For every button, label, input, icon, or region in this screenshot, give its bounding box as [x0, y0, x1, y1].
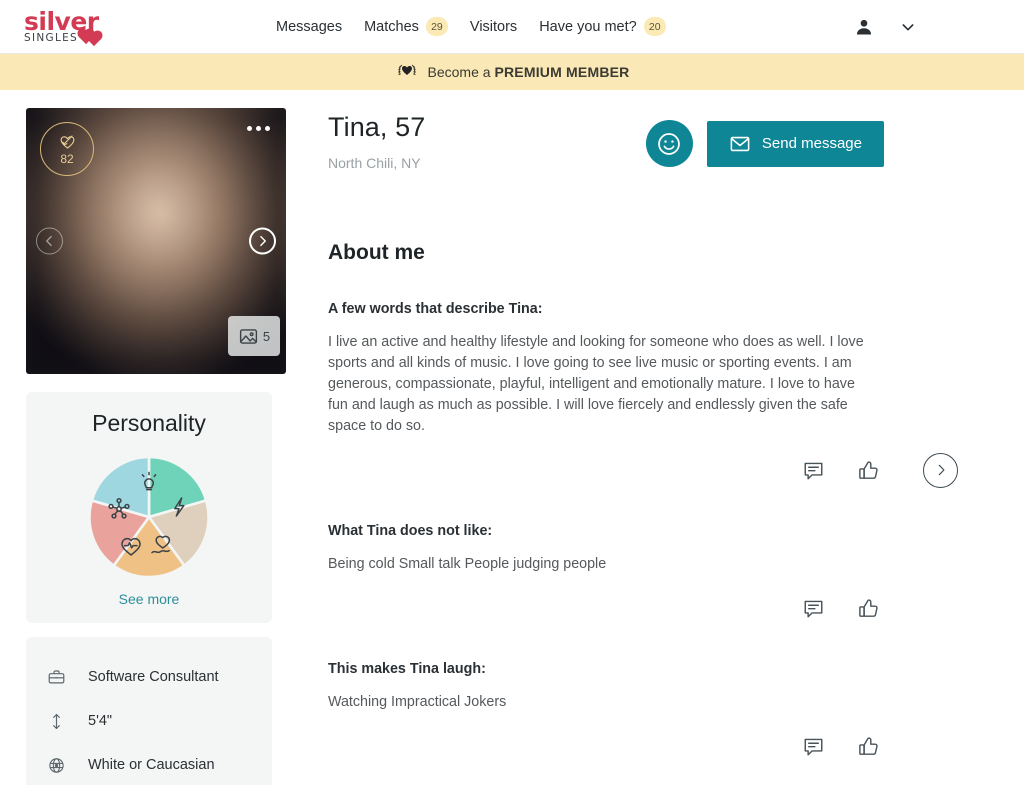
fact-height: 5'4" [46, 699, 256, 743]
page-title: Tina, 57 [328, 112, 425, 143]
heart-arrow-icon [58, 133, 77, 151]
about-section-question: This makes Tina laugh: [328, 661, 1024, 677]
comment-icon[interactable] [802, 735, 825, 758]
nav-messages[interactable]: Messages [276, 19, 342, 35]
thumbs-up-icon[interactable] [857, 459, 880, 482]
profile-facts-card: Software Consultant 5'4" White or Caucas… [26, 637, 272, 785]
nav-matches[interactable]: Matches 29 [364, 17, 448, 36]
logo[interactable]: silver SINGLES [24, 9, 102, 45]
nav-matches-badge: 29 [426, 17, 448, 36]
comment-icon[interactable] [802, 459, 825, 482]
nav-have-you-met[interactable]: Have you met? 20 [539, 17, 666, 36]
match-score-value: 82 [60, 152, 73, 166]
fact-ethnicity: White or Caucasian [46, 743, 256, 785]
photo-options-menu-icon[interactable] [247, 126, 270, 131]
smile-button[interactable] [646, 120, 693, 167]
thumbs-up-icon[interactable] [857, 597, 880, 620]
reaction-row [328, 729, 1024, 763]
profile-main: Tina, 57 North Chili, NY Send message Ab… [288, 90, 1024, 785]
logo-wordmark-secondary: SINGLES [24, 32, 102, 45]
photo-next-button[interactable] [249, 228, 276, 255]
premium-banner-strong: PREMIUM MEMBER [494, 64, 629, 80]
chevron-right-icon [934, 463, 948, 477]
about-section-question: What Tina does not like: [328, 523, 1024, 539]
header-account-area [854, 17, 916, 37]
nav-visitors[interactable]: Visitors [470, 19, 517, 35]
about-section-answer: Watching Impractical Jokers [328, 692, 873, 713]
envelope-icon [729, 133, 751, 155]
profile-actions: Send message [646, 112, 1024, 167]
match-score-badge[interactable]: 82 [40, 122, 94, 176]
personality-pie-chart[interactable] [87, 455, 211, 579]
about-section-describe: A few words that describe Tina: I live a… [328, 301, 1024, 487]
main-nav: Messages Matches 29 Visitors Have you me… [276, 17, 666, 36]
about-section-dislikes: What Tina does not like: Being cold Smal… [328, 523, 1024, 625]
hearts-icon [81, 32, 101, 45]
about-me-heading: About me [328, 241, 1024, 265]
logo-subtext: SINGLES [24, 33, 78, 44]
nav-visitors-label: Visitors [470, 19, 517, 35]
about-section-laugh: This makes Tina laugh: Watching Impracti… [328, 661, 1024, 763]
fact-occupation: Software Consultant [46, 655, 256, 699]
fact-occupation-value: Software Consultant [88, 669, 219, 685]
height-arrow-icon [46, 712, 66, 731]
premium-banner-text: Become a PREMIUM MEMBER [428, 64, 630, 80]
comment-icon[interactable] [802, 597, 825, 620]
site-header: silver SINGLES Messages Matches 29 Visit… [0, 0, 1024, 54]
photo-count-badge[interactable]: 5 [228, 316, 280, 356]
chevron-right-icon [256, 235, 269, 248]
profile-header: Tina, 57 North Chili, NY Send message [328, 112, 1024, 171]
personality-see-more-link[interactable]: See more [42, 591, 256, 607]
nav-messages-label: Messages [276, 19, 342, 35]
chevron-left-icon [43, 235, 56, 248]
next-profile-button[interactable] [923, 453, 958, 488]
send-message-button[interactable]: Send message [707, 121, 884, 167]
nav-have-you-met-badge: 20 [644, 17, 666, 36]
about-section-answer: I live an active and healthy lifestyle a… [328, 332, 873, 437]
profile-photo[interactable]: 82 5 [26, 108, 286, 374]
about-section-answer: Being cold Small talk People judging peo… [328, 554, 873, 575]
nav-have-you-met-label: Have you met? [539, 19, 637, 35]
reaction-row [328, 453, 1024, 487]
reaction-row [328, 591, 1024, 625]
briefcase-icon [46, 668, 66, 687]
photo-prev-button[interactable] [36, 228, 63, 255]
profile-location: North Chili, NY [328, 155, 425, 171]
personality-card: Personality [26, 392, 272, 623]
personality-title: Personality [42, 410, 256, 437]
fact-ethnicity-value: White or Caucasian [88, 757, 215, 773]
laurel-heart-icon [395, 62, 419, 83]
fact-height-value: 5'4" [88, 713, 112, 729]
page-content: 82 5 Personality [0, 90, 1024, 785]
photo-count-value: 5 [263, 329, 270, 344]
smiley-icon [656, 131, 682, 157]
premium-banner-prefix: Become a [428, 64, 495, 80]
image-icon [238, 326, 259, 347]
chevron-down-icon[interactable] [900, 19, 916, 35]
about-section-question: A few words that describe Tina: [328, 301, 1024, 317]
nav-matches-label: Matches [364, 19, 419, 35]
ethnicity-globe-icon [46, 756, 66, 775]
user-account-icon[interactable] [854, 17, 874, 37]
left-sidebar: 82 5 Personality [0, 90, 288, 785]
premium-banner[interactable]: Become a PREMIUM MEMBER [0, 54, 1024, 90]
send-message-label: Send message [762, 135, 862, 152]
thumbs-up-icon[interactable] [857, 735, 880, 758]
